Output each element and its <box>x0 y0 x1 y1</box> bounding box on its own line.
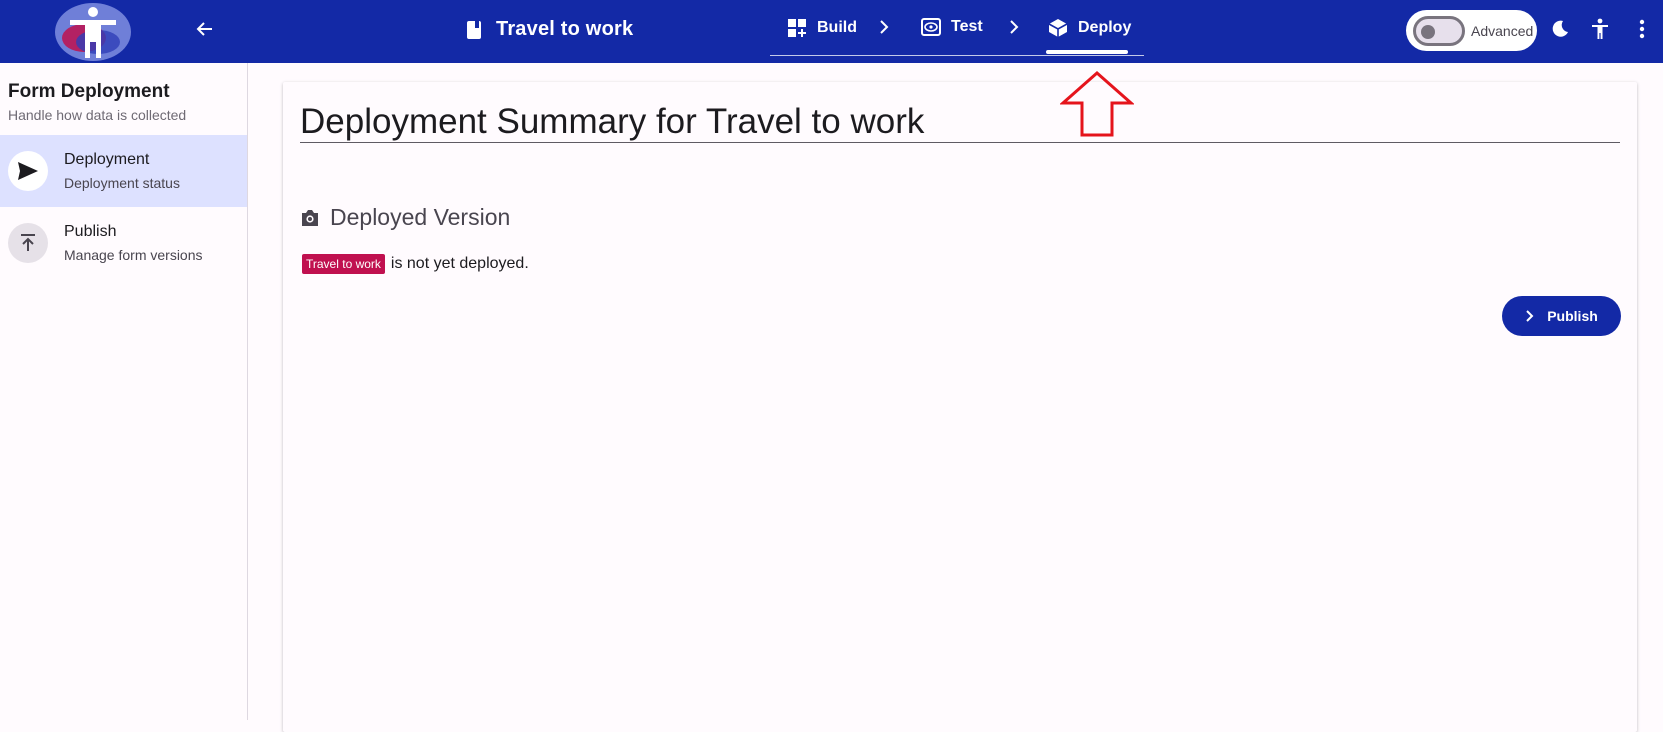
book-icon <box>467 20 481 39</box>
sidebar-item-deployment[interactable]: Deployment Deployment status <box>0 135 247 207</box>
step-build-label: Build <box>817 19 857 36</box>
page-title: Deployment Summary for Travel to work <box>300 102 925 141</box>
sidebar-item-label: Deployment <box>64 151 150 168</box>
camera-icon <box>302 209 318 226</box>
package-icon <box>1048 19 1068 37</box>
step-test-label: Test <box>951 18 983 35</box>
step-test[interactable]: Test <box>921 18 983 36</box>
chevron-right-icon <box>1526 310 1534 322</box>
form-title-text: Travel to work <box>496 18 634 40</box>
publish-button-label: Publish <box>1547 308 1598 324</box>
sidebar-item-publish[interactable]: Publish Manage form versions <box>0 207 247 279</box>
top-app-bar: Travel to work Build Test Deploy Advance… <box>0 0 1663 63</box>
advanced-toggle[interactable]: Advanced <box>1406 10 1537 51</box>
more-menu-button[interactable] <box>1628 15 1656 43</box>
step-build[interactable]: Build <box>787 18 857 38</box>
accessibility-button[interactable] <box>1586 15 1614 43</box>
sidebar: Form Deployment Handle how data is colle… <box>0 63 248 720</box>
dark-mode-button[interactable] <box>1546 15 1574 43</box>
step-deploy-label: Deploy <box>1078 19 1132 36</box>
sidebar-title: Form Deployment <box>8 81 170 102</box>
send-icon <box>18 162 38 180</box>
form-title: Travel to work <box>466 18 633 41</box>
sidebar-item-desc: Deployment status <box>64 175 180 191</box>
deployment-status: Travel to work is not yet deployed. <box>302 254 529 274</box>
publish-button[interactable]: Publish <box>1502 296 1621 336</box>
annotation-arrow <box>1060 70 1134 137</box>
chevron-right-icon <box>878 19 890 40</box>
eye-icon <box>921 18 941 36</box>
step-deploy[interactable]: Deploy <box>1048 18 1131 38</box>
moon-icon <box>1552 20 1568 37</box>
active-step-indicator <box>1046 50 1128 54</box>
chevron-right-icon <box>1008 19 1020 40</box>
back-button[interactable] <box>190 14 220 44</box>
advanced-switch[interactable] <box>1413 15 1465 46</box>
sidebar-item-desc: Manage form versions <box>64 247 203 263</box>
form-name-badge: Travel to work <box>302 254 385 274</box>
sidebar-item-label: Publish <box>64 223 117 240</box>
accessibility-icon <box>1592 18 1608 39</box>
app-logo <box>55 3 131 61</box>
more-vert-icon <box>1639 19 1645 39</box>
build-grid-icon <box>788 19 806 37</box>
section-title: Deployed Version <box>330 204 511 230</box>
upload-icon <box>21 234 35 251</box>
title-divider <box>300 142 1620 143</box>
deployment-summary-card: Deployment Summary for Travel to work De… <box>283 82 1637 732</box>
advanced-label: Advanced <box>1471 22 1534 39</box>
sidebar-subtitle: Handle how data is collected <box>8 107 187 123</box>
arrow-left-icon <box>196 22 212 36</box>
status-text: is not yet deployed. <box>390 255 529 272</box>
deployed-version-section: Deployed Version <box>300 204 510 231</box>
